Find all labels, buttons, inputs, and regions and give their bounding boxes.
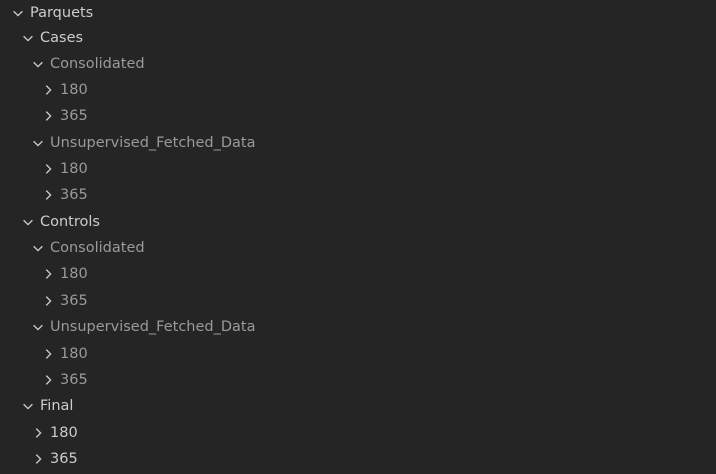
chevron-right-icon[interactable] (40, 266, 56, 282)
chevron-down-icon[interactable] (30, 319, 46, 335)
tree-folder-cases-consolidated-365[interactable]: 365 (0, 103, 716, 129)
tree-folder-label: Controls (40, 214, 100, 230)
tree-folder-label: Consolidated (50, 240, 145, 256)
tree-folder-controls-unsupervised[interactable]: Unsupervised_Fetched_Data (0, 314, 716, 340)
explorer-tree: Parquets Cases Consolidated 180 365 Unsu… (0, 0, 716, 474)
tree-folder-controls[interactable]: Controls (0, 209, 716, 235)
tree-folder-cases-consolidated[interactable]: Consolidated (0, 51, 716, 77)
tree-folder-label: 180 (60, 82, 88, 98)
chevron-down-icon[interactable] (10, 5, 26, 21)
tree-folder-label: 180 (60, 266, 88, 282)
tree-folder-controls-consolidated-365[interactable]: 365 (0, 288, 716, 314)
chevron-right-icon[interactable] (40, 108, 56, 124)
tree-folder-controls-unsupervised-180[interactable]: 180 (0, 341, 716, 367)
tree-folder-label: Parquets (30, 5, 94, 21)
tree-folder-label: 365 (50, 451, 78, 467)
chevron-down-icon[interactable] (20, 30, 36, 46)
tree-folder-parquets[interactable]: Parquets (0, 0, 716, 26)
chevron-down-icon[interactable] (20, 398, 36, 414)
tree-folder-final-180[interactable]: 180 (0, 420, 716, 446)
chevron-right-icon[interactable] (40, 346, 56, 362)
tree-folder-cases-unsupervised-365[interactable]: 365 (0, 182, 716, 208)
tree-folder-label: Unsupervised_Fetched_Data (50, 319, 256, 335)
tree-folder-label: Final (40, 398, 74, 414)
chevron-down-icon[interactable] (30, 240, 46, 256)
chevron-right-icon[interactable] (30, 451, 46, 467)
tree-folder-cases-unsupervised[interactable]: Unsupervised_Fetched_Data (0, 130, 716, 156)
tree-folder-label: Consolidated (50, 56, 145, 72)
chevron-right-icon[interactable] (40, 161, 56, 177)
tree-folder-controls-unsupervised-365[interactable]: 365 (0, 367, 716, 393)
tree-folder-cases-unsupervised-180[interactable]: 180 (0, 156, 716, 182)
tree-folder-controls-consolidated[interactable]: Consolidated (0, 235, 716, 261)
tree-folder-final-365[interactable]: 365 (0, 446, 716, 472)
tree-folder-label: 365 (60, 187, 88, 203)
tree-folder-label: Unsupervised_Fetched_Data (50, 135, 256, 151)
tree-folder-label: 365 (60, 372, 88, 388)
tree-folder-cases-consolidated-180[interactable]: 180 (0, 77, 716, 103)
tree-folder-label: 180 (60, 161, 88, 177)
tree-folder-cases[interactable]: Cases (0, 25, 716, 51)
chevron-right-icon[interactable] (40, 187, 56, 203)
chevron-down-icon[interactable] (20, 214, 36, 230)
tree-folder-label: Cases (40, 30, 84, 46)
chevron-right-icon[interactable] (40, 82, 56, 98)
tree-folder-label: 365 (60, 293, 88, 309)
chevron-right-icon[interactable] (40, 293, 56, 309)
chevron-right-icon[interactable] (30, 425, 46, 441)
tree-folder-label: 180 (50, 425, 78, 441)
chevron-down-icon[interactable] (30, 56, 46, 72)
chevron-right-icon[interactable] (40, 372, 56, 388)
tree-folder-label: 180 (60, 346, 88, 362)
chevron-down-icon[interactable] (30, 135, 46, 151)
tree-folder-final[interactable]: Final (0, 393, 716, 419)
tree-folder-label: 365 (60, 108, 88, 124)
tree-folder-controls-consolidated-180[interactable]: 180 (0, 261, 716, 287)
